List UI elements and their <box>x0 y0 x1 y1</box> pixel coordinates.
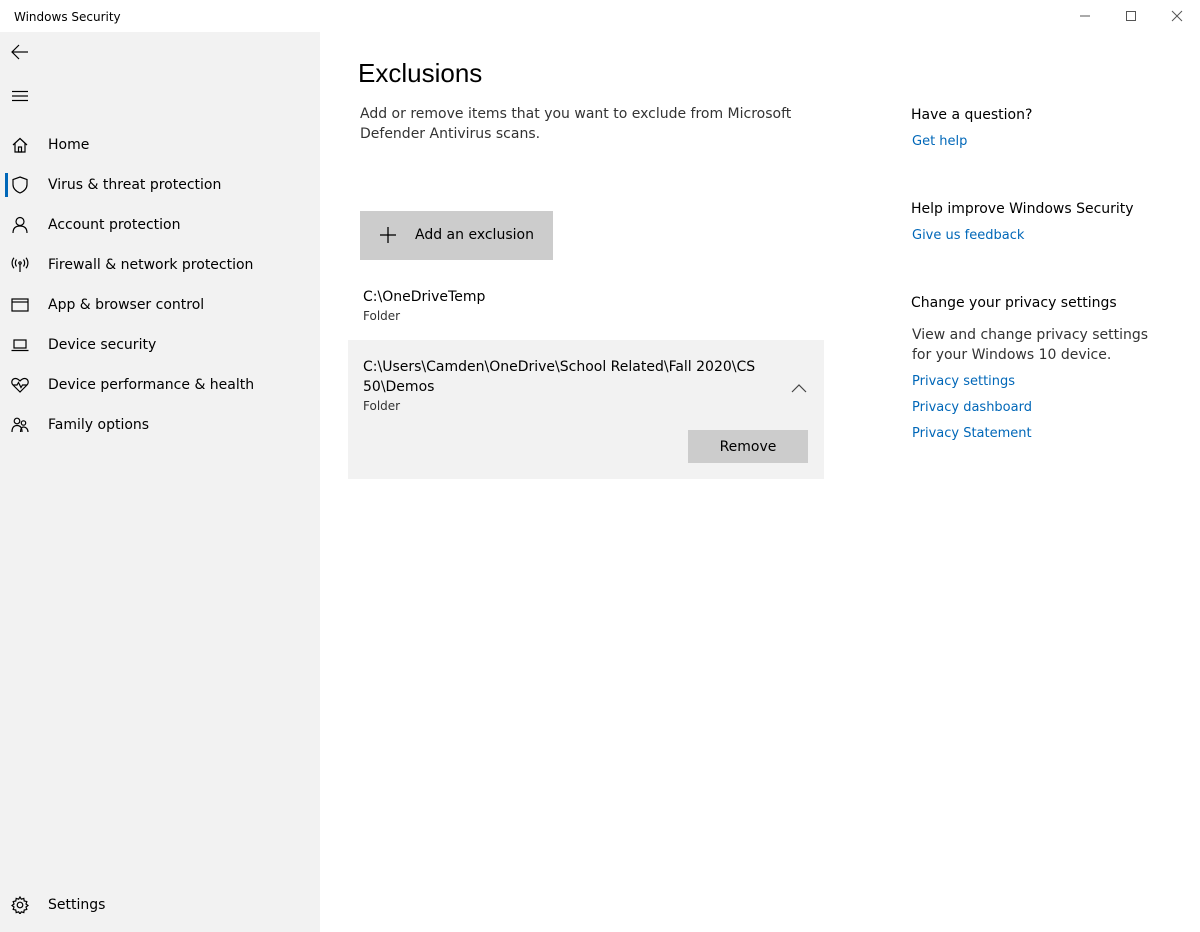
page-title: Exclusions <box>358 58 483 88</box>
family-icon <box>0 405 40 445</box>
maximize-icon <box>1126 11 1136 21</box>
sidebar-item-device-security[interactable]: Device security <box>0 325 320 365</box>
minimize-button[interactable] <box>1062 0 1108 32</box>
sidebar-item-label: Settings <box>48 897 106 913</box>
sidebar-item-app-browser-control[interactable]: App & browser control <box>0 285 320 325</box>
privacy-dashboard-link[interactable]: Privacy dashboard <box>912 400 1032 415</box>
gear-icon <box>0 885 40 925</box>
close-icon <box>1171 10 1183 22</box>
sidebar-item-family-options[interactable]: Family options <box>0 405 320 445</box>
sidebar-item-label: Account protection <box>48 217 181 233</box>
add-exclusion-button[interactable]: Add an exclusion <box>360 211 553 260</box>
privacy-settings-link[interactable]: Privacy settings <box>912 374 1015 389</box>
exclusion-type: Folder <box>363 399 401 413</box>
exclusion-path: C:\OneDriveTemp <box>363 289 486 305</box>
page-description: Add or remove items that you want to exc… <box>360 106 792 142</box>
window-title: Windows Security <box>14 10 121 24</box>
add-exclusion-label: Add an exclusion <box>415 227 534 243</box>
laptop-icon <box>0 325 40 365</box>
exclusion-item-expanded[interactable]: C:\Users\Camden\OneDrive\School Related\… <box>348 340 824 479</box>
privacy-statement-link[interactable]: Privacy Statement <box>912 426 1032 441</box>
hamburger-icon <box>12 90 28 102</box>
sidebar-item-home[interactable]: Home <box>0 125 320 165</box>
antenna-icon <box>0 245 40 285</box>
sidebar-item-firewall-network[interactable]: Firewall & network protection <box>0 245 320 285</box>
menu-button[interactable] <box>0 76 40 116</box>
sidebar-item-settings[interactable]: Settings <box>0 885 320 925</box>
back-button[interactable] <box>0 32 40 72</box>
give-feedback-link[interactable]: Give us feedback <box>912 228 1024 243</box>
privacy-heading: Change your privacy settings <box>911 295 1117 311</box>
maximize-button[interactable] <box>1108 0 1154 32</box>
sidebar-item-label: App & browser control <box>48 297 205 313</box>
chevron-up-icon[interactable] <box>791 378 807 397</box>
remove-button[interactable]: Remove <box>688 430 808 463</box>
main-content: Exclusions Add or remove items that you … <box>320 32 1200 932</box>
home-icon <box>0 125 40 165</box>
sidebar-item-label: Firewall & network protection <box>48 257 254 273</box>
sidebar: Home Virus & threat protection Account p… <box>0 32 320 932</box>
sidebar-item-account-protection[interactable]: Account protection <box>0 205 320 245</box>
back-arrow-icon <box>11 44 28 60</box>
sidebar-item-label: Device security <box>48 337 157 353</box>
person-icon <box>0 205 40 245</box>
app-window-icon <box>0 285 40 325</box>
question-heading: Have a question? <box>911 107 1033 123</box>
sidebar-item-virus-threat-protection[interactable]: Virus & threat protection <box>0 165 320 205</box>
sidebar-item-label: Family options <box>48 417 150 433</box>
minimize-icon <box>1080 15 1090 17</box>
sidebar-item-label: Home <box>48 137 90 153</box>
close-button[interactable] <box>1154 0 1200 32</box>
improve-heading: Help improve Windows Security <box>911 201 1134 217</box>
exclusion-type: Folder <box>363 309 401 323</box>
get-help-link[interactable]: Get help <box>912 134 967 149</box>
sidebar-item-label: Device performance & health <box>48 377 255 393</box>
sidebar-item-label: Virus & threat protection <box>48 177 222 193</box>
plus-icon <box>380 227 396 243</box>
shield-icon <box>0 165 40 205</box>
exclusion-item[interactable]: C:\OneDriveTemp Folder <box>348 282 824 332</box>
exclusion-path: C:\Users\Camden\OneDrive\School Related\… <box>363 359 756 395</box>
sidebar-item-device-performance-health[interactable]: Device performance & health <box>0 365 320 405</box>
title-bar: Windows Security <box>0 0 1200 32</box>
heart-pulse-icon <box>0 365 40 405</box>
privacy-description: View and change privacy settings for you… <box>912 327 1149 363</box>
